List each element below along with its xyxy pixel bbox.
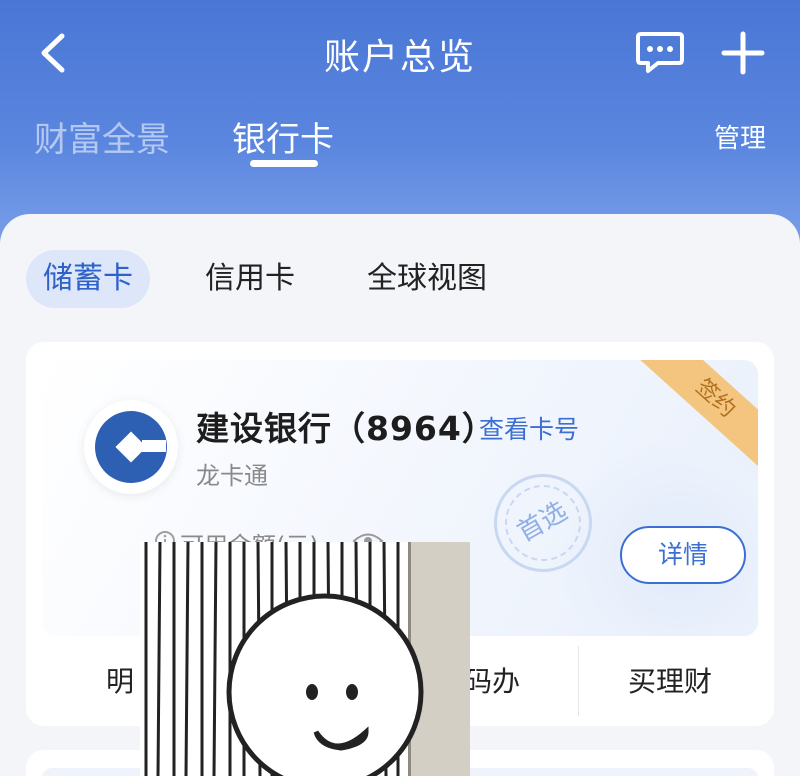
card-type: 龙卡通 <box>196 462 268 490</box>
bank-name: 建设银行（8964） <box>196 409 496 448</box>
plus-icon[interactable] <box>720 30 766 76</box>
action-divider <box>578 646 579 716</box>
segment-debit-card[interactable]: 储蓄卡 <box>26 250 150 308</box>
message-icon[interactable] <box>636 30 684 74</box>
action-buy-wealth[interactable]: 买理财 <box>628 660 712 700</box>
view-card-number-link[interactable]: 查看卡号 <box>479 410 579 446</box>
action-statement[interactable]: 明 <box>106 660 134 700</box>
detail-button[interactable]: 详情 <box>620 526 746 584</box>
segment-credit-card[interactable]: 信用卡 <box>205 250 295 308</box>
ccb-logo-icon <box>84 400 178 494</box>
manage-button[interactable]: 管理 <box>714 118 766 155</box>
tab-bank-card[interactable]: 银行卡 <box>232 112 334 161</box>
segment-global-view[interactable]: 全球视图 <box>367 250 487 308</box>
tab-wealth-overview[interactable]: 财富全景 <box>34 112 170 161</box>
tab-active-indicator <box>250 160 318 167</box>
sticker-overlay-image <box>140 542 470 776</box>
